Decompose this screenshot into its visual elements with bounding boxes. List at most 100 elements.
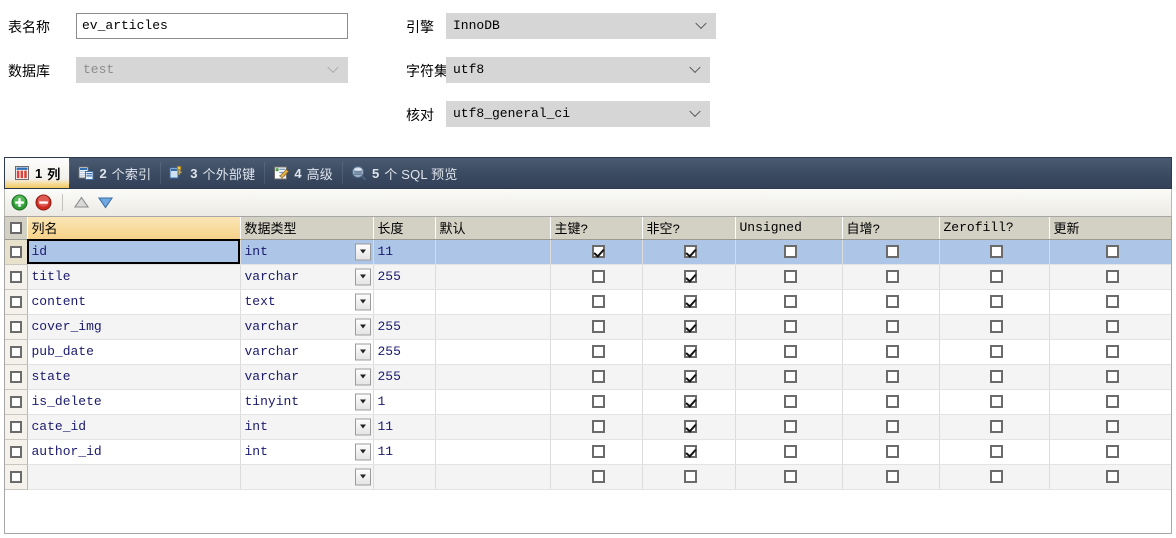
autoinc-cell[interactable]: [842, 414, 940, 440]
data-type-cell[interactable]: text: [240, 289, 374, 315]
row-select-checkbox[interactable]: [9, 395, 22, 408]
length-cell[interactable]: 255: [373, 264, 436, 290]
update-checkbox[interactable]: [1105, 420, 1119, 434]
chevron-down-icon[interactable]: [354, 468, 371, 485]
autoinc-cell[interactable]: [842, 264, 940, 290]
update-cell[interactable]: [1049, 264, 1171, 290]
data-type-cell[interactable]: varchar: [240, 339, 374, 365]
zerofill-checkbox[interactable]: [989, 345, 1003, 359]
column-name-cell[interactable]: id: [27, 239, 241, 265]
zerofill-cell[interactable]: [939, 339, 1050, 365]
pk-checkbox[interactable]: [591, 370, 605, 384]
pk-cell[interactable]: [550, 464, 643, 490]
column-header-5[interactable]: 非空?: [642, 217, 736, 240]
pk-cell[interactable]: [550, 364, 643, 390]
row-select-cell[interactable]: [5, 364, 28, 390]
unsigned-checkbox[interactable]: [784, 295, 797, 309]
row-select-cell[interactable]: [5, 464, 28, 490]
zerofill-cell[interactable]: [939, 364, 1050, 390]
row-select-cell[interactable]: [5, 264, 28, 290]
row-select-checkbox[interactable]: [9, 470, 22, 483]
autoinc-checkbox[interactable]: [886, 295, 899, 309]
default-cell[interactable]: [435, 364, 551, 390]
data-type-cell[interactable]: int: [240, 439, 374, 465]
row-select-cell[interactable]: [5, 289, 28, 315]
chevron-down-icon[interactable]: [354, 393, 371, 410]
zerofill-checkbox[interactable]: [989, 445, 1003, 459]
table-name-input[interactable]: ev_articles: [76, 13, 348, 39]
default-cell[interactable]: [435, 389, 551, 415]
column-header-0[interactable]: 列名: [27, 217, 241, 240]
length-cell[interactable]: 11: [373, 239, 436, 265]
notnull-cell[interactable]: [642, 239, 736, 265]
row-select-checkbox[interactable]: [9, 420, 22, 433]
length-cell[interactable]: 255: [373, 339, 436, 365]
update-checkbox[interactable]: [1105, 395, 1119, 409]
pk-checkbox[interactable]: [591, 420, 605, 434]
unsigned-checkbox[interactable]: [784, 245, 797, 259]
pk-checkbox[interactable]: [591, 345, 605, 359]
unsigned-cell[interactable]: [735, 439, 843, 465]
zerofill-cell[interactable]: [939, 389, 1050, 415]
autoinc-cell[interactable]: [842, 314, 940, 340]
chevron-down-icon[interactable]: [354, 368, 371, 385]
table-row[interactable]: pub_date varchar 255: [5, 339, 1171, 365]
notnull-checkbox[interactable]: [684, 420, 697, 434]
pk-cell[interactable]: [550, 264, 643, 290]
column-header-2[interactable]: 长度: [373, 217, 436, 240]
table-row[interactable]: cover_img varchar 255: [5, 314, 1171, 340]
autoinc-cell[interactable]: [842, 339, 940, 365]
pk-checkbox[interactable]: [591, 320, 605, 334]
column-header-6[interactable]: Unsigned: [735, 217, 843, 240]
pk-checkbox[interactable]: [591, 295, 605, 309]
zerofill-cell[interactable]: [939, 464, 1050, 490]
autoinc-checkbox[interactable]: [886, 445, 899, 459]
move-down-button[interactable]: [97, 194, 114, 211]
zerofill-checkbox[interactable]: [989, 270, 1003, 284]
update-cell[interactable]: [1049, 439, 1171, 465]
zerofill-cell[interactable]: [939, 289, 1050, 315]
update-cell[interactable]: [1049, 389, 1171, 415]
tab-index[interactable]: 2 个索引: [69, 158, 160, 188]
unsigned-checkbox[interactable]: [784, 445, 797, 459]
default-cell[interactable]: [435, 464, 551, 490]
autoinc-cell[interactable]: [842, 464, 940, 490]
column-name-cell[interactable]: author_id: [27, 439, 241, 465]
pk-cell[interactable]: [550, 289, 643, 315]
charset-select[interactable]: utf8: [446, 57, 710, 83]
unsigned-checkbox[interactable]: [784, 420, 797, 434]
update-cell[interactable]: [1049, 239, 1171, 265]
select-all-checkbox[interactable]: [9, 221, 22, 234]
length-cell[interactable]: 11: [373, 414, 436, 440]
update-checkbox[interactable]: [1105, 345, 1119, 359]
default-cell[interactable]: [435, 289, 551, 315]
tab-foreign-key[interactable]: 3 个外部键: [160, 158, 264, 188]
select-all-header[interactable]: [5, 217, 28, 240]
update-checkbox[interactable]: [1105, 370, 1119, 384]
data-type-cell[interactable]: tinyint: [240, 389, 374, 415]
default-cell[interactable]: [435, 314, 551, 340]
autoinc-checkbox[interactable]: [886, 270, 899, 284]
pk-checkbox[interactable]: [591, 245, 605, 259]
row-select-checkbox[interactable]: [9, 345, 22, 358]
notnull-checkbox[interactable]: [684, 295, 697, 309]
notnull-cell[interactable]: [642, 289, 736, 315]
column-header-3[interactable]: 默认: [435, 217, 551, 240]
notnull-checkbox[interactable]: [684, 395, 697, 409]
length-cell[interactable]: [373, 289, 436, 315]
remove-column-button[interactable]: [35, 194, 52, 211]
autoinc-checkbox[interactable]: [886, 245, 899, 259]
notnull-checkbox[interactable]: [684, 270, 697, 284]
default-cell[interactable]: [435, 339, 551, 365]
data-type-cell[interactable]: int: [240, 414, 374, 440]
data-type-cell[interactable]: int: [240, 239, 374, 265]
zerofill-cell[interactable]: [939, 264, 1050, 290]
database-select[interactable]: test: [76, 57, 348, 83]
default-cell[interactable]: [435, 439, 551, 465]
unsigned-cell[interactable]: [735, 264, 843, 290]
data-type-cell[interactable]: [240, 464, 374, 490]
columns-grid[interactable]: 列名 数据类型 长度 默认 主键? 非空? Unsigned 自增? Zerofill? 更新 i…: [4, 216, 1172, 534]
zerofill-checkbox[interactable]: [989, 295, 1003, 309]
pk-cell[interactable]: [550, 314, 643, 340]
autoinc-checkbox[interactable]: [886, 320, 899, 334]
